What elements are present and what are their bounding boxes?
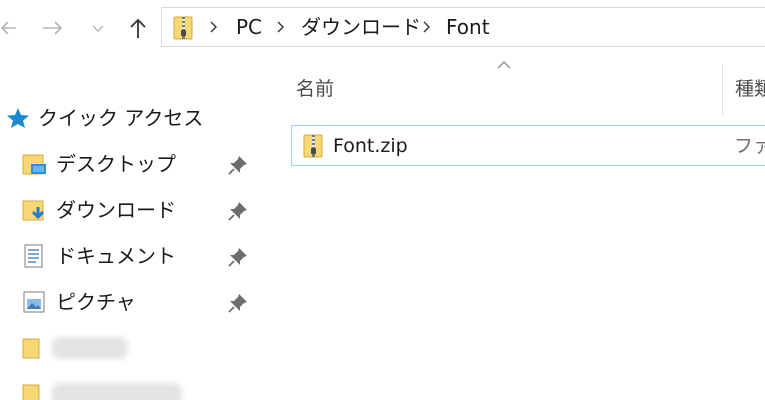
documents-icon bbox=[24, 244, 43, 268]
arrow-left-icon bbox=[0, 21, 16, 35]
zip-folder-icon bbox=[173, 16, 193, 40]
sidebar-item-documents[interactable]: ドキュメント bbox=[0, 236, 260, 276]
redacted-label bbox=[52, 383, 182, 400]
redacted-label bbox=[52, 337, 128, 359]
file-explorer-window: PC ダウンロード Font クイック アクセス デスクトップ ダウンロード ド… bbox=[0, 0, 765, 400]
pin-icon[interactable] bbox=[227, 200, 249, 222]
star-icon bbox=[7, 108, 29, 128]
chevron-down-icon bbox=[92, 25, 104, 32]
forward-button[interactable] bbox=[40, 14, 66, 42]
chevron-right-icon[interactable] bbox=[422, 20, 432, 34]
pin-icon[interactable] bbox=[227, 154, 249, 176]
sidebar-item-redacted[interactable] bbox=[0, 328, 260, 368]
column-header-type[interactable]: 種類 bbox=[735, 78, 765, 100]
arrow-up-icon bbox=[130, 18, 146, 38]
column-divider[interactable] bbox=[722, 64, 723, 116]
column-header-name[interactable]: 名前 bbox=[296, 78, 334, 100]
sidebar-item-pictures[interactable]: ピクチャ bbox=[0, 282, 260, 322]
back-button[interactable] bbox=[0, 14, 18, 42]
chevron-right-icon[interactable] bbox=[209, 20, 219, 34]
sidebar-item-label: デスクトップ bbox=[56, 152, 176, 176]
pictures-icon bbox=[23, 291, 45, 313]
quick-access-label: クイック アクセス bbox=[38, 106, 204, 130]
desktop-folder-icon bbox=[22, 154, 46, 175]
breadcrumb-downloads[interactable]: ダウンロード bbox=[301, 16, 421, 38]
chevron-right-icon[interactable] bbox=[276, 20, 286, 34]
pin-icon[interactable] bbox=[227, 246, 249, 268]
arrow-right-icon bbox=[43, 21, 63, 35]
navigation-bar: PC ダウンロード Font bbox=[0, 0, 765, 56]
breadcrumb-pc[interactable]: PC bbox=[236, 16, 262, 38]
zip-folder-icon bbox=[303, 134, 323, 158]
sidebar-item-desktop[interactable]: デスクトップ bbox=[0, 144, 260, 184]
sort-ascending-icon bbox=[497, 61, 511, 69]
breadcrumb-font[interactable]: Font bbox=[446, 16, 490, 38]
pin-icon[interactable] bbox=[227, 292, 249, 314]
file-row-font-zip[interactable]: Font.zip ファ bbox=[291, 125, 765, 166]
file-list: 名前 種類 Font.zip ファ bbox=[260, 56, 765, 400]
folder-icon bbox=[22, 384, 40, 400]
sidebar-item-redacted[interactable] bbox=[0, 374, 260, 400]
folder-icon bbox=[22, 338, 40, 359]
address-bar[interactable]: PC ダウンロード Font bbox=[161, 7, 765, 47]
sidebar-item-downloads[interactable]: ダウンロード bbox=[0, 190, 260, 230]
file-name: Font.zip bbox=[333, 135, 408, 157]
sidebar-item-label: ピクチャ bbox=[56, 290, 136, 314]
file-type: ファ bbox=[734, 135, 765, 157]
sidebar-item-label: ダウンロード bbox=[56, 198, 176, 222]
sidebar-item-label: ドキュメント bbox=[56, 244, 176, 268]
downloads-folder-icon bbox=[22, 200, 45, 221]
recent-locations-button[interactable] bbox=[88, 14, 108, 42]
up-button[interactable] bbox=[124, 14, 152, 42]
navigation-pane: クイック アクセス デスクトップ ダウンロード ドキュメント ピクチャ bbox=[0, 56, 260, 400]
quick-access-item[interactable]: クイック アクセス bbox=[0, 98, 260, 138]
